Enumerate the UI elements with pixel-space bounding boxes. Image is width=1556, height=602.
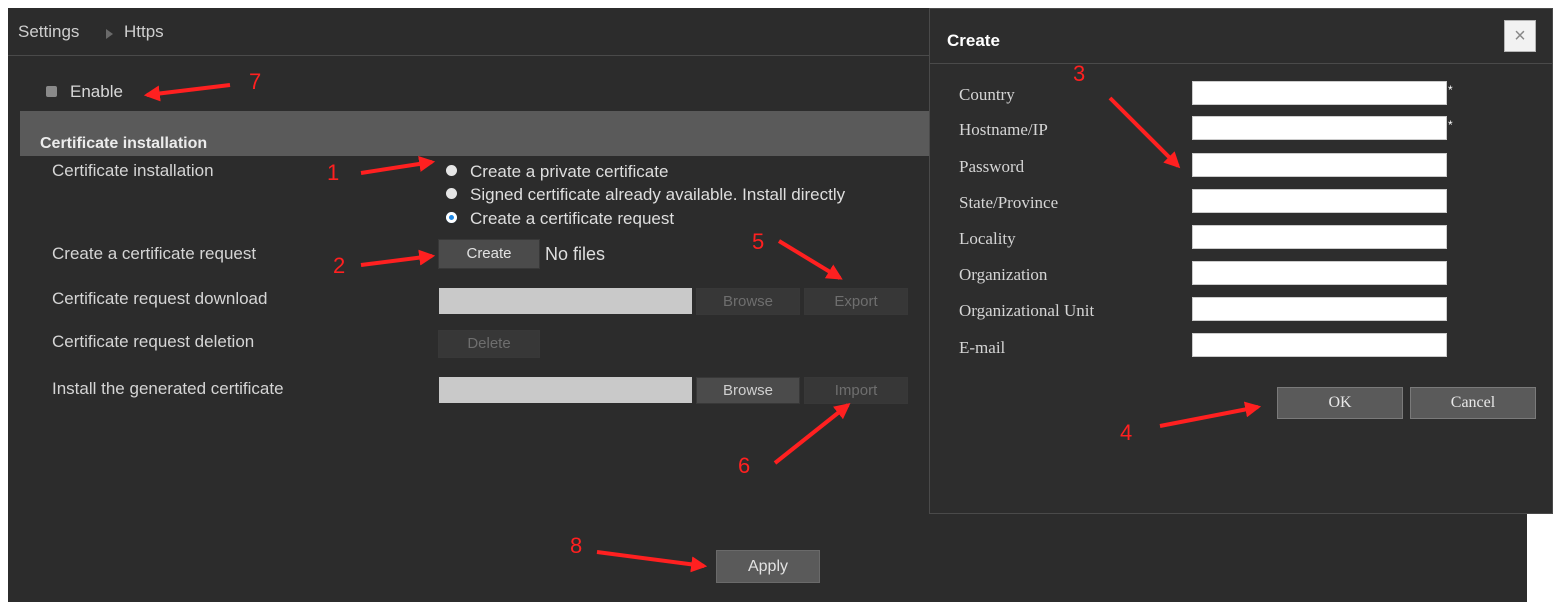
annotation-arrow-4: [1159, 401, 1262, 428]
annotation-label-2: 2: [333, 253, 346, 278]
annotation-label-7: 7: [249, 69, 262, 94]
annotation-arrow-1: [360, 156, 436, 175]
annotation-arrow-8: [596, 550, 708, 573]
annotation-label-1: 1: [327, 160, 340, 185]
annotation-label-4: 4: [1120, 420, 1133, 445]
annotation-label-6: 6: [738, 453, 751, 478]
annotation-label-5: 5: [752, 229, 765, 254]
annotation-label-3: 3: [1073, 61, 1086, 86]
annotation-arrow-2: [360, 249, 436, 267]
annotation-arrow-7: [143, 83, 231, 102]
annotation-arrow-5: [777, 239, 843, 280]
annotation-arrow-6: [773, 403, 851, 465]
annotation-label-8: 8: [570, 533, 583, 558]
annotation-arrows: [143, 83, 1262, 573]
annotation-arrow-3: [1108, 96, 1181, 169]
